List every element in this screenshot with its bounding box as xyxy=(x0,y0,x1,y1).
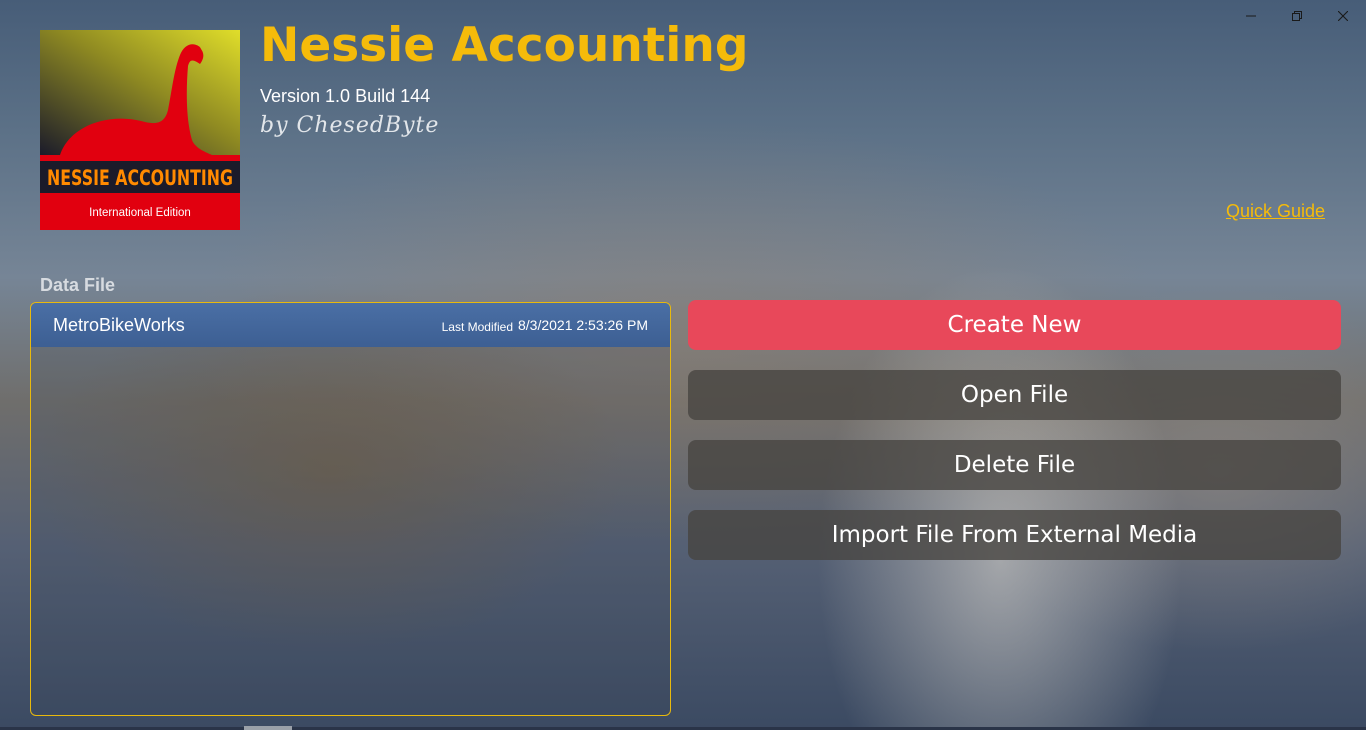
create-new-button[interactable]: Create New xyxy=(688,300,1341,350)
list-item[interactable]: MetroBikeWorks Last Modified 8/3/2021 2:… xyxy=(31,303,670,347)
action-buttons: Create New Open File Delete File Import … xyxy=(688,300,1341,580)
window-controls xyxy=(1228,0,1366,32)
version-text: Version 1.0 Build 144 xyxy=(260,86,431,106)
last-modified-value: 8/3/2021 2:53:26 PM xyxy=(518,317,648,333)
author-text: by ChesedByte xyxy=(260,113,440,138)
logo-subtitle: International Edition xyxy=(89,207,191,219)
app-title: Nessie Accounting xyxy=(260,18,749,73)
data-file-list[interactable]: MetroBikeWorks Last Modified 8/3/2021 2:… xyxy=(30,302,671,716)
data-file-label: Data File xyxy=(40,275,116,295)
import-file-button[interactable]: Import File From External Media xyxy=(688,510,1341,560)
logo-title: NESSIE ACCOUNTING xyxy=(47,166,233,190)
close-button[interactable] xyxy=(1320,0,1366,32)
open-file-button[interactable]: Open File xyxy=(688,370,1341,420)
delete-file-button[interactable]: Delete File xyxy=(688,440,1341,490)
restore-icon xyxy=(1292,11,1302,21)
last-modified-label: Last Modified xyxy=(441,319,513,334)
close-icon xyxy=(1338,11,1348,21)
app-logo: NESSIE ACCOUNTING International Edition xyxy=(40,30,240,230)
scrollbar-thumb[interactable] xyxy=(244,726,292,730)
restore-button[interactable] xyxy=(1274,0,1320,32)
minimize-button[interactable] xyxy=(1228,0,1274,32)
quick-guide-link[interactable]: Quick Guide xyxy=(1226,201,1325,222)
file-name: MetroBikeWorks xyxy=(53,314,185,335)
minimize-icon xyxy=(1246,15,1256,17)
